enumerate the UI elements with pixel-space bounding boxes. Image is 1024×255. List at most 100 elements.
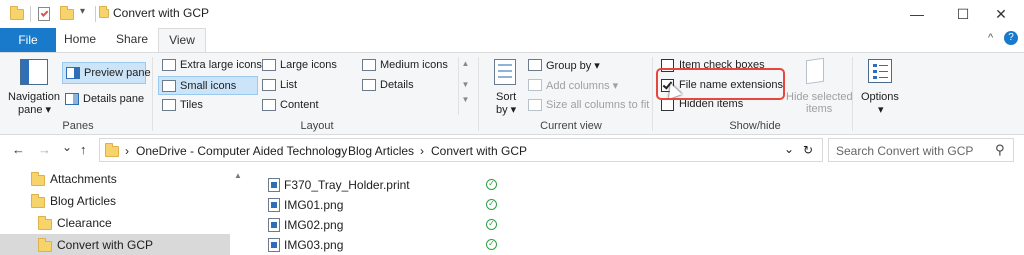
folder-icon <box>99 6 109 18</box>
layout-extra-large-icons[interactable]: Extra large icons <box>180 59 262 71</box>
sort-by-sublabel: by ▾ <box>496 104 517 116</box>
details-pane-label: Details pane <box>83 93 145 105</box>
nav-item-blog-articles[interactable]: Blog Articles <box>0 190 230 212</box>
breadcrumb-convert-with-gcp[interactable]: Convert with GCP <box>431 144 527 158</box>
folder-icon <box>38 216 52 230</box>
expand-gallery-icon[interactable]: ▼ <box>459 95 472 104</box>
breadcrumb-blog-articles[interactable]: Blog Articles <box>348 144 414 158</box>
group-by-icon <box>528 59 542 71</box>
content-icon <box>262 99 276 111</box>
hide-selected-icon <box>806 57 824 85</box>
breadcrumb-separator[interactable]: › <box>125 144 129 158</box>
file-name: IMG02.png <box>284 218 344 232</box>
sync-status-icon: ✓ <box>486 179 497 190</box>
file-name: IMG01.png <box>284 198 344 212</box>
hide-selected-sublabel: items <box>806 103 833 115</box>
minimize-button[interactable]: — <box>894 0 940 28</box>
layout-medium-icons[interactable]: Medium icons <box>380 59 448 71</box>
show-hide-group-label: Show/hide <box>729 120 781 132</box>
separator <box>30 6 31 22</box>
extra-large-icons-icon <box>162 59 176 71</box>
collapse-ribbon-icon[interactable]: ^ <box>988 32 993 44</box>
size-columns-icon <box>528 99 542 111</box>
layout-small-icons: Small icons <box>180 80 237 92</box>
new-folder-icon[interactable] <box>60 6 74 20</box>
forward-button[interactable]: → <box>38 142 51 157</box>
file-name: IMG03.png <box>284 238 344 252</box>
scroll-up-icon[interactable]: ▲ <box>234 171 242 180</box>
layout-list[interactable]: List <box>280 79 297 91</box>
scroll-up-icon[interactable]: ▲ <box>459 59 472 68</box>
recent-locations-button[interactable]: ⌄ <box>62 140 72 154</box>
options-button[interactable]: Options ▾ <box>856 57 906 116</box>
address-bar[interactable]: › OneDrive - Computer Aided Technology ›… <box>99 138 823 162</box>
details-pane-icon <box>65 93 79 105</box>
file-name: F370_Tray_Holder.print <box>284 178 410 192</box>
layout-gallery-scrollbar[interactable]: ▲ ▼ ▼ <box>458 57 472 115</box>
nav-item-clearance[interactable]: Clearance <box>0 212 230 234</box>
sync-status-icon: ✓ <box>486 219 497 230</box>
callout-highlight <box>656 68 785 100</box>
sort-by-icon <box>494 59 516 85</box>
options-icon <box>868 59 892 83</box>
breadcrumb-separator[interactable]: › <box>420 144 424 158</box>
layout-small-icons-selected[interactable]: Small icons <box>158 76 258 95</box>
nav-item-attachments[interactable]: Attachments <box>0 168 230 190</box>
breadcrumb-onedrive[interactable]: OneDrive - Computer Aided Technology <box>136 144 347 158</box>
preview-pane-button[interactable]: Preview pane <box>62 62 151 84</box>
close-button[interactable]: ✕ <box>978 0 1024 28</box>
breadcrumb-separator[interactable]: › <box>337 144 341 158</box>
tab-share[interactable]: Share <box>110 28 154 52</box>
tab-home[interactable]: Home <box>60 28 100 52</box>
layout-gallery: Extra large icons Large icons Medium ico… <box>156 57 474 115</box>
folder-icon <box>38 238 52 252</box>
tab-view[interactable]: View <box>158 28 206 53</box>
file-row[interactable]: IMG01.png ✓ <box>250 195 1024 215</box>
details-pane-button[interactable]: Details pane <box>62 89 146 111</box>
scroll-down-icon[interactable]: ▼ <box>459 80 472 89</box>
search-box[interactable]: Search Convert with GCP ⚲ <box>828 138 1014 162</box>
image-file-icon <box>268 218 280 232</box>
sync-status-icon: ✓ <box>486 239 497 250</box>
options-label: Options <box>861 91 899 103</box>
group-by-button[interactable]: Group by ▾ <box>546 59 600 72</box>
file-row[interactable]: F370_Tray_Holder.print ✓ <box>250 175 1024 195</box>
window-title: Convert with GCP <box>113 6 210 20</box>
properties-icon[interactable] <box>38 7 50 21</box>
image-file-icon <box>268 198 280 212</box>
layout-tiles[interactable]: Tiles <box>180 99 203 111</box>
preview-pane-label: Preview pane <box>84 67 151 79</box>
small-icons-icon <box>162 80 176 92</box>
separator <box>652 57 653 131</box>
separator <box>852 57 853 131</box>
up-button[interactable]: ↑ <box>80 142 87 157</box>
layout-details[interactable]: Details <box>380 79 414 91</box>
folder-icon <box>105 143 119 157</box>
folder-icon <box>10 6 24 20</box>
layout-content[interactable]: Content <box>280 99 319 111</box>
file-icon <box>268 178 280 192</box>
hide-selected-items-button[interactable]: Hide selected items <box>784 57 853 115</box>
navigation-pane-button[interactable]: Navigation pane ▾ <box>6 57 62 116</box>
nav-item-convert-with-gcp[interactable]: Convert with GCP <box>0 234 230 255</box>
help-icon[interactable]: ? <box>1004 31 1018 45</box>
nav-item-label: Convert with GCP <box>57 238 154 252</box>
layout-large-icons[interactable]: Large icons <box>280 59 337 71</box>
separator <box>152 57 153 131</box>
add-columns-button[interactable]: Add columns ▾ <box>546 79 618 92</box>
back-button[interactable]: ← <box>12 142 25 157</box>
tab-file[interactable]: File <box>0 28 56 52</box>
file-row[interactable]: IMG03.png ✓ <box>250 235 1024 255</box>
address-dropdown-button[interactable]: ⌄ <box>784 142 794 156</box>
large-icons-icon <box>262 59 276 71</box>
navigation-pane-label: Navigation <box>8 91 60 103</box>
sort-by-label: Sort <box>496 91 517 103</box>
customize-quick-access-icon[interactable]: ▾ <box>80 6 85 17</box>
size-all-columns-button[interactable]: Size all columns to fit <box>546 99 649 111</box>
refresh-button[interactable]: ↻ <box>803 143 813 157</box>
sort-by-button[interactable]: Sort by ▾ <box>488 57 524 116</box>
navigation-pane-sublabel: pane ▾ <box>18 104 52 116</box>
navigation-pane-scrollbar[interactable]: ▲ <box>232 165 246 255</box>
file-row[interactable]: IMG02.png ✓ <box>250 215 1024 235</box>
search-input[interactable]: Search Convert with GCP <box>836 144 973 158</box>
